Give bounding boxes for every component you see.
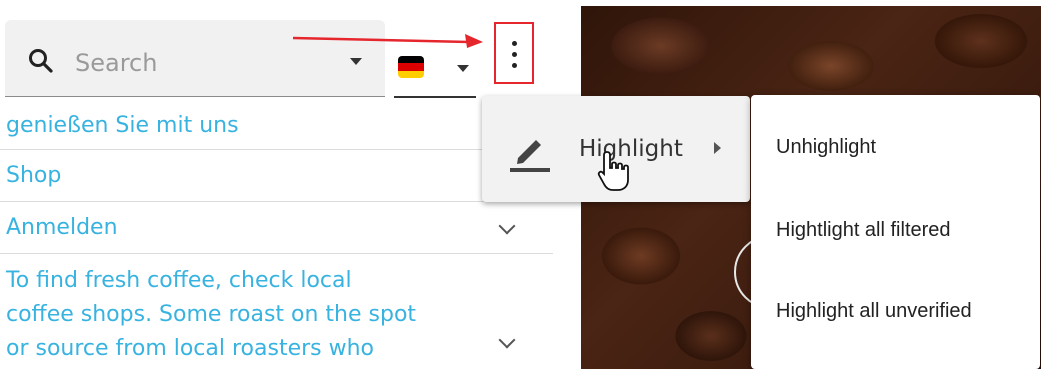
content-list: genießen Sie mit uns Shop Anmelden To fi…	[0, 98, 553, 369]
annotation-arrow-icon	[293, 34, 483, 48]
language-dropdown-caret-icon	[457, 65, 469, 72]
more-vertical-icon	[512, 41, 517, 46]
search-placeholder: Search	[75, 49, 158, 77]
list-item-text-line: To find fresh coffee, check local	[6, 268, 352, 293]
pencil-icon	[510, 140, 550, 172]
germany-flag-icon	[398, 56, 424, 78]
search-icon	[29, 49, 53, 73]
list-item[interactable]: To find fresh coffee, check local coffee…	[0, 254, 553, 369]
search-dropdown-caret-icon[interactable]	[350, 58, 362, 65]
more-options-button[interactable]	[494, 22, 534, 84]
submenu-arrow-icon	[714, 142, 721, 154]
app-root: Search genießen Sie mit uns Shop Anmelde…	[0, 0, 1041, 369]
list-item-text: Shop	[6, 163, 62, 188]
list-item-text: genießen Sie mit uns	[6, 113, 239, 138]
hand-cursor-icon	[597, 151, 629, 191]
list-item-text-line: coffee shops. Some roast on the spot	[6, 302, 417, 327]
list-item-text: Anmelden	[6, 215, 118, 240]
more-vertical-icon-dot	[512, 52, 517, 57]
more-vertical-icon-dot	[512, 63, 517, 68]
list-item-text-line: or source from local roasters who	[6, 336, 375, 361]
highlight-submenu: Unhighlight Hightlight all filtered High…	[751, 95, 1040, 369]
language-select[interactable]	[394, 44, 476, 98]
submenu-item-highlight-all-unverified[interactable]: Highlight all unverified	[776, 300, 972, 323]
submenu-item-highlight-all-filtered[interactable]: Hightlight all filtered	[776, 219, 951, 242]
submenu-item-unhighlight[interactable]: Unhighlight	[776, 136, 876, 159]
chevron-down-icon[interactable]	[498, 217, 516, 235]
list-item[interactable]: Anmelden	[0, 202, 553, 254]
left-panel: Search genießen Sie mit uns Shop Anmelde…	[0, 0, 553, 369]
list-item[interactable]: genießen Sie mit uns	[0, 98, 553, 150]
list-item[interactable]: Shop	[0, 150, 553, 202]
